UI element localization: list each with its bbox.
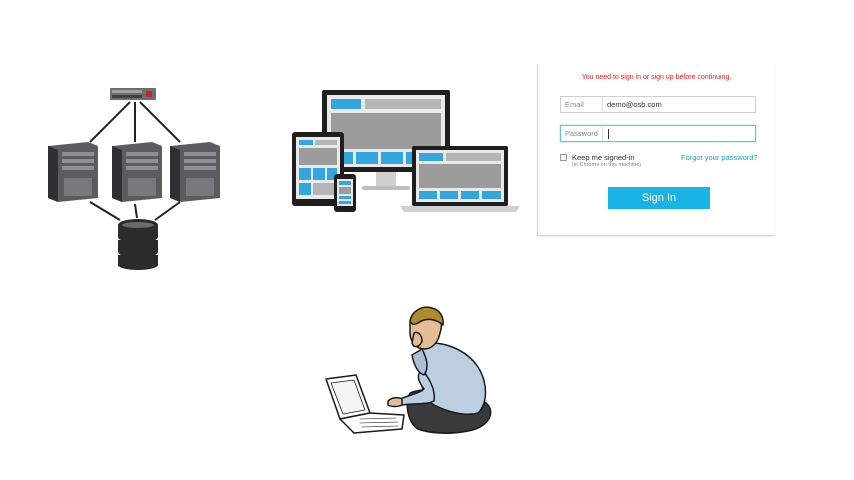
server-network-icon <box>48 88 220 270</box>
laptop-icon <box>400 146 520 212</box>
field-divider <box>602 126 603 141</box>
error-message: You need to sign in or sign up before co… <box>581 74 732 81</box>
database-icon <box>118 219 158 270</box>
server-tower-icon <box>170 142 220 202</box>
person-with-laptop-icon <box>325 306 492 434</box>
login-panel: You need to sign in or sign up before co… <box>537 64 775 236</box>
server-tower-icon <box>112 142 162 202</box>
keep-signed-in-note: (in Chrome on this machine) <box>572 162 642 168</box>
email-label: Email <box>565 100 584 109</box>
sign-in-button[interactable]: Sign In <box>608 187 710 209</box>
keep-signed-in-checkbox[interactable] <box>560 154 567 161</box>
password-label: Password <box>565 129 598 138</box>
field-divider <box>602 97 603 112</box>
forgot-password-link[interactable]: Forgot your password? <box>681 153 758 162</box>
password-input[interactable] <box>607 128 747 139</box>
server-tower-icon <box>48 142 98 202</box>
responsive-devices-icon <box>292 90 520 212</box>
email-field[interactable]: Email <box>560 96 756 113</box>
email-input[interactable] <box>607 99 747 110</box>
router-icon <box>110 88 156 100</box>
password-field[interactable]: Password <box>560 125 756 142</box>
phone-icon <box>334 174 356 212</box>
keep-signed-in-label[interactable]: Keep me signed-in <box>572 153 635 162</box>
